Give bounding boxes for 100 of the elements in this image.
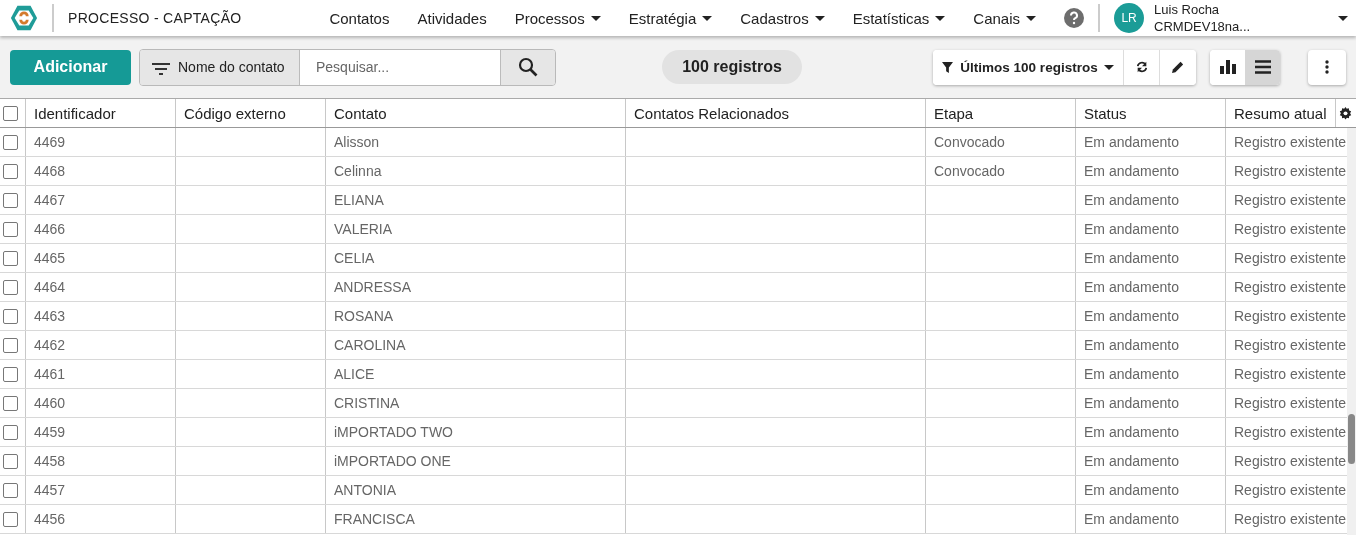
row-checkbox[interactable] [3,134,18,150]
table-cell: Em andamento [1084,453,1179,469]
table-cell: Em andamento [1084,308,1179,324]
more-options-button[interactable] [1308,49,1346,85]
list-view-button[interactable] [1245,49,1280,85]
table-cell: Registro existente [1234,453,1347,469]
page-title: PROCESSO - CAPTAÇÃO [68,10,242,26]
nav-menu-item[interactable]: Estatísticas [838,9,960,27]
pencil-icon [1172,61,1184,73]
row-checkbox[interactable] [3,337,18,353]
table-cell: Registro existente [1234,424,1347,440]
table-cell: Em andamento [1084,337,1179,353]
table-cell: 4456 [34,511,66,527]
row-checkbox[interactable] [3,192,18,208]
record-count: 100 registros [662,50,802,84]
row-checkbox[interactable] [3,250,18,266]
table-cell: iMPORTADO TWO [334,424,453,440]
caret-icon[interactable] [1338,15,1348,21]
table-cell: Registro existente [1234,163,1347,179]
table-cell: VALERIA [334,221,393,237]
table-cell: 4460 [34,395,66,411]
caret-icon [702,15,713,21]
table-cell: CELIA [334,250,375,266]
edit-button[interactable] [1160,49,1196,85]
table-cell: Registro existente [1234,250,1347,266]
row-checkbox[interactable] [3,453,18,469]
table-cell: 4459 [34,424,66,440]
select-all-checkbox[interactable] [3,105,18,121]
column-header[interactable]: Contato [326,99,626,127]
nav-menu-item[interactable]: Estratégia [614,9,727,27]
user-name: Luis Rocha [1154,1,1221,18]
column-header[interactable]: Identificador [26,99,176,127]
column-header[interactable]: Contatos Relacionados [626,99,926,127]
table-cell: Registro existente [1234,134,1347,150]
row-checkbox[interactable] [3,395,18,411]
table-cell: 4464 [34,279,66,295]
caret-icon [814,15,825,21]
table-cell: CAROLINA [334,337,406,353]
table-cell: ANDRESSA [334,279,412,295]
row-checkbox[interactable] [3,308,18,324]
table-cell: 4462 [34,337,66,353]
nav-menu-item[interactable]: Atividades [403,9,501,27]
table-cell: Convocado [934,134,1005,150]
table-cell: CRISTINA [334,395,400,411]
column-header[interactable]: Resumo atual [1226,99,1336,127]
table-cell: Registro existente [1234,366,1347,382]
table-cell: ELIANA [334,192,384,208]
table-cell: ANTONIA [334,482,396,498]
row-checkbox[interactable] [3,511,18,527]
settings-icon[interactable] [1339,106,1352,120]
row-checkbox[interactable] [3,279,18,295]
nav-menu-item[interactable]: Processos [500,9,615,27]
table-cell: Convocado [934,163,1005,179]
logo-icon [10,4,38,32]
table-cell: Em andamento [1084,424,1179,440]
chart-view-button[interactable] [1210,49,1245,85]
table-cell: 4465 [34,250,66,266]
table-cell: 4461 [34,366,66,382]
table-cell: FRANCISCA [334,511,415,527]
column-header[interactable]: Código externo [176,99,326,127]
table-cell: 4467 [34,192,66,208]
table-cell: Em andamento [1084,250,1179,266]
table-cell: Em andamento [1084,395,1179,411]
table-cell: Em andamento [1084,511,1179,527]
table-cell: Em andamento [1084,134,1179,150]
table-cell: Em andamento [1084,482,1179,498]
saved-filter-dropdown[interactable]: Últimos 100 registros [933,49,1124,85]
table-cell: Registro existente [1234,395,1347,411]
table-cell: 4457 [34,482,66,498]
table-cell: 4458 [34,453,66,469]
caret-icon [935,15,946,21]
refresh-button[interactable] [1124,49,1160,85]
table-cell: Registro existente [1234,279,1347,295]
caret-icon [590,15,601,21]
table-cell: 4466 [34,221,66,237]
nav-menu-item[interactable]: Canais [959,9,1051,27]
table-cell: Registro existente [1234,511,1347,527]
table-cell: 4469 [34,134,66,150]
column-header[interactable]: Status [1076,99,1226,127]
table-cell: Registro existente [1234,337,1347,353]
row-checkbox[interactable] [3,424,18,440]
table-cell: Em andamento [1084,366,1179,382]
table-cell: Em andamento [1084,163,1179,179]
table-cell: ALICE [334,366,375,382]
row-checkbox[interactable] [3,366,18,382]
help-icon[interactable] [1064,8,1085,28]
row-checkbox[interactable] [3,163,18,179]
row-checkbox[interactable] [3,221,18,237]
column-header[interactable]: Etapa [926,99,1076,127]
table-cell: 4463 [34,308,66,324]
nav-menu-item[interactable]: Contatos [315,9,404,27]
nav-menu-item[interactable]: Cadastros [726,9,839,27]
caret-icon [1103,64,1114,70]
table-cell: Registro existente [1234,221,1347,237]
table-cell: ROSANA [334,308,394,324]
scrollbar[interactable] [1347,128,1356,535]
table-cell: Alisson [334,134,380,150]
row-checkbox[interactable] [3,482,18,498]
table-cell: Em andamento [1084,221,1179,237]
table-cell: Registro existente [1234,308,1347,324]
